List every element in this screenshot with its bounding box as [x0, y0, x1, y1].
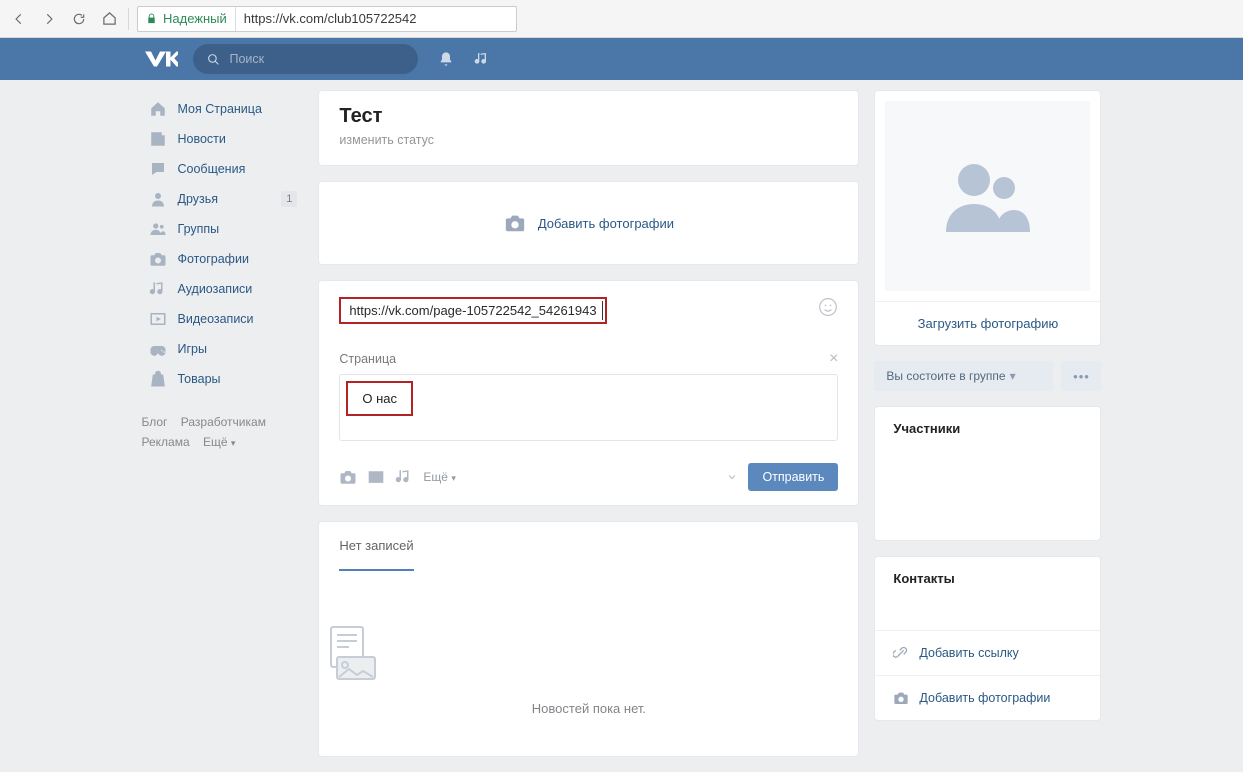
people-icon	[938, 156, 1038, 236]
membership-status-button[interactable]: Вы состоите в группе▾	[874, 361, 1053, 391]
attach-header: Страница ×	[339, 350, 838, 368]
home-button[interactable]	[98, 8, 120, 30]
sidebar-item-users[interactable]: Группы	[142, 214, 304, 244]
sidebar-item-label: Моя Страница	[178, 102, 262, 116]
bag-icon	[148, 369, 168, 389]
contacts-card: Контакты Добавить ссылку Добавить фотогр…	[874, 556, 1101, 721]
music-icon	[148, 279, 168, 299]
vk-header	[0, 38, 1243, 80]
secure-badge: Надежный	[138, 7, 236, 31]
contacts-header: Контакты	[893, 571, 1082, 586]
participants-header: Участники	[893, 421, 1082, 436]
left-sidebar: Моя Страница Новости Сообщения Друзья 1 Групп…	[142, 90, 304, 453]
post-textarea[interactable]: https://vk.com/page-105722542_54261943	[339, 297, 606, 324]
attach-audio-icon[interactable]	[395, 468, 413, 486]
camera-icon	[148, 249, 168, 269]
header-search[interactable]	[193, 44, 418, 74]
secure-label: Надежный	[163, 11, 227, 26]
change-status-link[interactable]: изменить статус	[339, 133, 434, 147]
group-photo-placeholder	[885, 101, 1090, 291]
right-column: Загрузить фотографию Вы состоите в групп…	[874, 90, 1101, 736]
sidebar-item-news[interactable]: Новости	[142, 124, 304, 154]
attachment-page-title[interactable]: О нас	[346, 381, 413, 416]
sidebar-item-music[interactable]: Аудиозаписи	[142, 274, 304, 304]
url-text: https://vk.com/club105722542	[236, 11, 425, 26]
participants-card: Участники	[874, 406, 1101, 541]
remove-attachment-button[interactable]: ×	[829, 350, 838, 368]
home-icon	[148, 99, 168, 119]
news-icon	[148, 129, 168, 149]
lock-icon	[146, 13, 157, 24]
sidebar-item-label: Группы	[178, 222, 220, 236]
sidebar-item-user[interactable]: Друзья 1	[142, 184, 304, 214]
add-photos-button[interactable]: Добавить фотографии	[875, 675, 1100, 720]
upload-photo-link[interactable]: Загрузить фотографию	[875, 301, 1100, 345]
sidebar-item-label: Сообщения	[178, 162, 246, 176]
sidebar-item-joystick[interactable]: Игры	[142, 334, 304, 364]
footer-devs[interactable]: Разработчикам	[181, 415, 266, 429]
attach-photo-icon[interactable]	[339, 468, 357, 486]
add-link-button[interactable]: Добавить ссылку	[875, 630, 1100, 675]
wall-card: Нет записей Новостей пока нет.	[318, 521, 859, 757]
attach-more[interactable]: Ещё ▾	[423, 470, 455, 484]
camera-icon	[893, 690, 909, 706]
sidebar-item-label: Аудиозаписи	[178, 282, 253, 296]
address-bar[interactable]: Надежный https://vk.com/club105722542	[137, 6, 517, 32]
wall-tab-empty[interactable]: Нет записей	[339, 522, 413, 571]
send-button[interactable]: Отправить	[748, 463, 838, 491]
group-title: Тест	[339, 105, 838, 128]
reload-button[interactable]	[68, 8, 90, 30]
back-button[interactable]	[8, 8, 30, 30]
user-icon	[148, 189, 168, 209]
sidebar-item-label: Товары	[178, 372, 221, 386]
group-photo-card: Загрузить фотографию	[874, 90, 1101, 346]
users-icon	[148, 219, 168, 239]
sidebar-item-chat[interactable]: Сообщения	[142, 154, 304, 184]
main-column: Тест изменить статус Добавить фотографии…	[318, 90, 859, 772]
sidebar-item-count: 1	[281, 191, 297, 207]
music-icon[interactable]	[474, 51, 490, 67]
separator	[128, 8, 129, 30]
sidebar-item-video[interactable]: Видеозаписи	[142, 304, 304, 334]
link-icon	[893, 645, 909, 661]
membership-row: Вы состоите в группе▾ •••	[874, 361, 1101, 391]
search-input[interactable]	[228, 51, 404, 67]
empty-posts-text: Новостей пока нет.	[319, 701, 858, 716]
group-header-card: Тест изменить статус	[318, 90, 859, 166]
video-icon	[148, 309, 168, 329]
sidebar-item-label: Друзья	[178, 192, 219, 206]
camera-icon	[504, 212, 526, 234]
sidebar-item-label: Фотографии	[178, 252, 249, 266]
bell-icon[interactable]	[438, 51, 454, 67]
add-photos-label: Добавить фотографии	[538, 216, 674, 231]
attachment-box: О нас	[339, 374, 838, 441]
group-more-button[interactable]: •••	[1061, 361, 1101, 391]
add-photos-card[interactable]: Добавить фотографии	[318, 181, 859, 265]
sidebar-item-label: Видеозаписи	[178, 312, 254, 326]
vk-logo[interactable]	[142, 48, 178, 70]
post-options-chevron[interactable]	[726, 471, 738, 483]
footer-blog[interactable]: Блог	[142, 415, 168, 429]
sidebar-item-bag[interactable]: Товары	[142, 364, 304, 394]
emoji-button[interactable]	[818, 297, 838, 317]
attach-icons	[339, 468, 413, 486]
sidebar-footer: Блог Разработчикам Реклама Ещё ▾	[142, 412, 304, 453]
chat-icon	[148, 159, 168, 179]
sidebar-item-camera[interactable]: Фотографии	[142, 244, 304, 274]
new-post-card: https://vk.com/page-105722542_54261943 С…	[318, 280, 859, 506]
sidebar-item-label: Игры	[178, 342, 207, 356]
empty-posts-icon	[319, 621, 379, 681]
sidebar-item-label: Новости	[178, 132, 226, 146]
sidebar-item-home[interactable]: Моя Страница	[142, 94, 304, 124]
forward-button[interactable]	[38, 8, 60, 30]
joystick-icon	[148, 339, 168, 359]
browser-chrome: Надежный https://vk.com/club105722542	[0, 0, 1243, 38]
footer-ads[interactable]: Реклама	[142, 435, 190, 449]
search-icon	[207, 53, 220, 66]
attach-video-icon[interactable]	[367, 468, 385, 486]
footer-more[interactable]: Ещё ▾	[203, 435, 235, 449]
